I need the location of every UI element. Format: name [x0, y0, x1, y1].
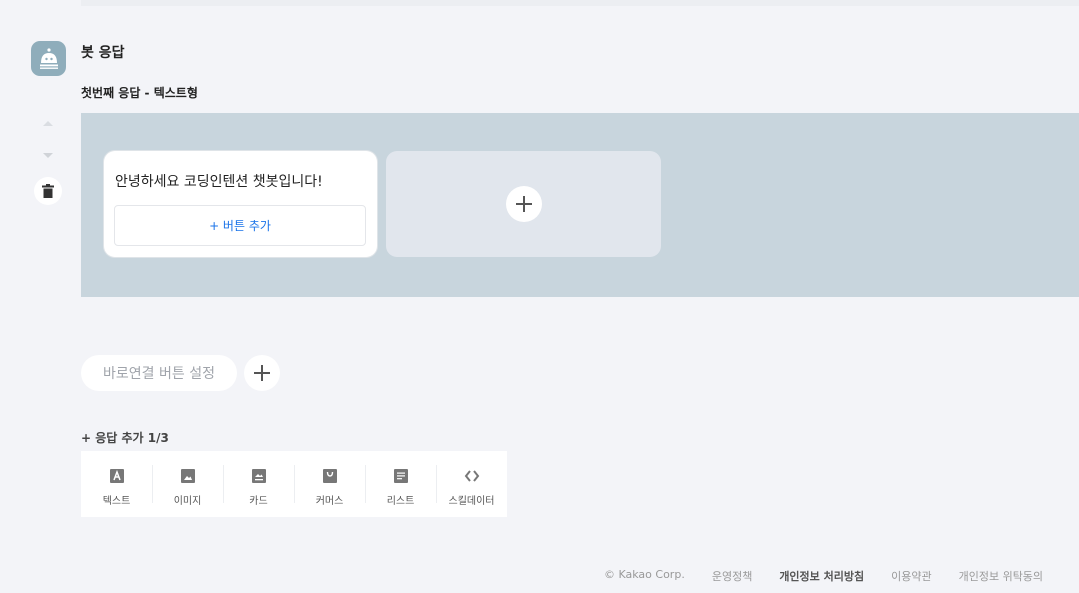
- add-response-label: + 응답 추가 1/3: [81, 431, 169, 445]
- type-label: 리스트: [386, 496, 415, 507]
- add-quick-reply-button[interactable]: [244, 355, 280, 391]
- text-icon: [109, 468, 125, 484]
- delete-button[interactable]: [34, 177, 62, 205]
- type-label: 카드: [249, 496, 268, 507]
- text-bubble[interactable]: 안녕하세요 코딩인텐션 챗봇입니다! + 버튼 추가: [104, 151, 377, 257]
- type-label: 커머스: [315, 496, 344, 507]
- plus-icon: [515, 196, 532, 212]
- commerce-icon: [322, 468, 338, 484]
- type-image-button[interactable]: 이미지: [152, 451, 223, 517]
- top-strip: [81, 0, 1079, 6]
- footer-link-consignment[interactable]: 개인정보 위탁동의: [959, 568, 1043, 584]
- move-up-button[interactable]: [34, 109, 62, 137]
- move-down-button[interactable]: [34, 142, 62, 170]
- type-skill-data-button[interactable]: 스킬데이터: [436, 451, 507, 517]
- footer-link-terms[interactable]: 이용약관: [891, 568, 931, 584]
- bubble-text[interactable]: 안녕하세요 코딩인텐션 챗봇입니다!: [115, 171, 323, 191]
- add-bubble-plus: [505, 186, 542, 222]
- type-list-button[interactable]: 리스트: [365, 451, 436, 517]
- footer-link-policy[interactable]: 운영정책: [712, 568, 752, 584]
- response-subtitle: 첫번째 응답 - 텍스트형: [81, 86, 198, 100]
- list-icon: [393, 468, 409, 484]
- card-icon: [251, 468, 267, 484]
- section-title: 봇 응답: [81, 45, 125, 61]
- type-label: 텍스트: [102, 496, 131, 507]
- plus-icon: [254, 365, 270, 381]
- chevron-down-icon: [43, 153, 53, 158]
- add-bubble-button[interactable]: [386, 151, 661, 257]
- type-commerce-button[interactable]: 커머스: [294, 451, 365, 517]
- type-label: 스킬데이터: [448, 496, 495, 507]
- footer: © Kakao Corp. 운영정책 개인정보 처리방침 이용약관 개인정보 위…: [604, 568, 1043, 584]
- trash-icon: [42, 184, 54, 198]
- quick-reply-settings-button[interactable]: 바로연결 버튼 설정: [81, 355, 237, 391]
- chevron-up-icon: [43, 121, 53, 126]
- add-button-button[interactable]: + 버튼 추가: [114, 205, 366, 246]
- bot-icon: [39, 47, 58, 69]
- image-icon: [180, 468, 196, 484]
- code-icon: [464, 468, 480, 484]
- footer-link-privacy[interactable]: 개인정보 처리방침: [779, 568, 864, 584]
- copyright: © Kakao Corp.: [604, 568, 685, 581]
- bot-avatar: [31, 41, 66, 76]
- response-type-bar: 텍스트 이미지 카드 커머스 리스트 스킬데이터: [81, 451, 507, 517]
- type-label: 이미지: [173, 496, 202, 507]
- type-card-button[interactable]: 카드: [223, 451, 294, 517]
- type-text-button[interactable]: 텍스트: [81, 451, 152, 517]
